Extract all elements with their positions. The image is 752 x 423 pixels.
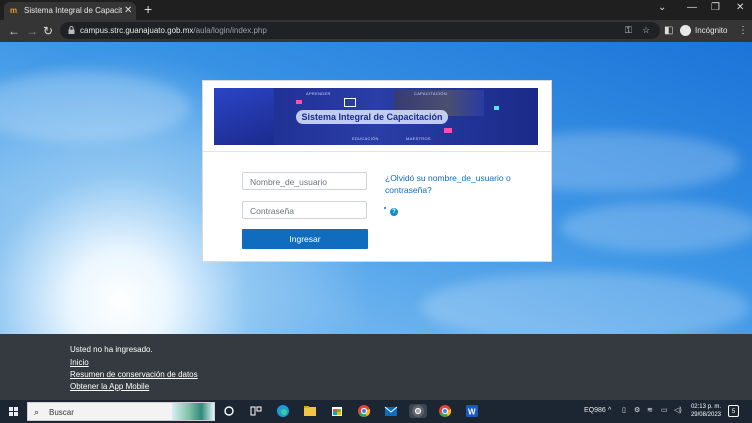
cloud [420, 272, 750, 334]
taskbar-search[interactable]: ⌕ Buscar [27, 402, 215, 421]
minimize-icon[interactable]: — [687, 2, 697, 14]
battery-icon[interactable]: ▯ [622, 406, 626, 416]
banner-decoration [214, 88, 274, 145]
new-tab-icon[interactable]: + [144, 1, 152, 17]
bullet [384, 207, 386, 209]
windows-start-icon[interactable] [9, 407, 18, 416]
banner-decoration [296, 100, 302, 104]
tray-label[interactable]: EQ986 [584, 406, 606, 416]
star-icon[interactable]: ☆ [642, 24, 650, 36]
banner-tag: EDUCACIÓN [352, 136, 379, 141]
favicon-icon: m [10, 6, 18, 15]
chrome-icon[interactable] [357, 404, 371, 418]
banner-tag: MAESTROS [406, 136, 431, 141]
tab-search-icon[interactable]: ⌄ [658, 2, 666, 14]
sidepanel-icon[interactable]: ◧ [664, 25, 673, 37]
word-icon[interactable]: W [465, 404, 479, 418]
banner-decoration [444, 128, 452, 133]
lock-icon [68, 26, 75, 34]
close-tab-icon[interactable]: ✕ [124, 5, 132, 16]
clock-date: 29/08/2023 [690, 412, 721, 418]
clock-time: 02:13 p. m. [690, 404, 721, 410]
chrome-active-icon[interactable] [409, 404, 427, 418]
username-input[interactable]: Nombre_de_usuario [242, 172, 367, 190]
taskbar-clock[interactable]: 02:13 p. m. 29/08/2023 [687, 403, 721, 419]
svg-text:W: W [468, 408, 476, 417]
home-link[interactable]: Inicio [70, 357, 89, 368]
search-placeholder: Buscar [49, 408, 74, 417]
settings-icon[interactable]: ⚙ [634, 406, 640, 416]
volume-icon[interactable]: ◁) [674, 406, 682, 416]
browser-tabbar: m Sistema Integral de Capacitación ✕ + ⌄… [0, 0, 752, 20]
login-status: Usted no ha ingresado. [70, 345, 153, 354]
wifi-icon[interactable]: ≋ [647, 406, 653, 416]
password-input[interactable]: Contraseña [242, 201, 367, 219]
incognito-label: Incógnito [695, 26, 728, 35]
key-icon[interactable]: ⚿ [625, 24, 632, 36]
tab-title: Sistema Integral de Capacitación [24, 6, 122, 15]
divider [203, 151, 551, 152]
edge-icon[interactable] [276, 404, 290, 418]
url-text: campus.strc.guanajuato.gob.mx/aula/login… [80, 26, 267, 35]
cloud [560, 202, 752, 252]
notification-icon[interactable]: 5 [728, 405, 739, 417]
banner-tag: CAPACITACIÓN [414, 91, 448, 96]
monitor-icon [344, 98, 356, 107]
forward-icon[interactable]: → [26, 24, 38, 38]
forgot-password-link[interactable]: ¿Olvidó su nombre_de_usuario o contraseñ… [385, 172, 525, 196]
chevron-up-icon[interactable]: ^ [608, 406, 611, 416]
page-footer: Usted no ha ingresado. Inicio Resumen de… [0, 334, 752, 400]
banner-decoration [494, 106, 499, 110]
task-view-icon[interactable] [222, 404, 236, 418]
widgets-icon[interactable] [249, 404, 263, 418]
login-card: APRENDER CAPACITACIÓN EDUCACIÓN MAESTROS… [202, 80, 552, 262]
reload-icon[interactable]: ↻ [43, 24, 53, 38]
search-highlight-image [172, 403, 214, 420]
banner-image: APRENDER CAPACITACIÓN EDUCACIÓN MAESTROS… [214, 88, 538, 145]
search-icon: ⌕ [34, 407, 40, 417]
menu-icon[interactable]: ⋮ [738, 25, 748, 37]
login-button[interactable]: Ingresar [242, 229, 368, 249]
banner-tag: APRENDER [306, 91, 331, 96]
help-icon[interactable]: ? [390, 208, 398, 216]
close-window-icon[interactable]: ✕ [736, 2, 744, 14]
mobile-app-link[interactable]: Obtener la App Mobile [70, 381, 149, 392]
back-icon[interactable]: ← [8, 24, 20, 38]
mail-icon[interactable] [384, 404, 398, 418]
restore-icon[interactable]: ❐ [711, 2, 720, 14]
file-explorer-icon[interactable] [303, 404, 317, 418]
network-icon[interactable]: ▭ [661, 406, 668, 416]
store-icon[interactable] [330, 404, 344, 418]
taskbar: ⌕ Buscar W EQ986 ^ ▯ ⚙ ≋ ▭ ◁) 02:13 p. m… [0, 400, 752, 423]
cloud [0, 72, 190, 142]
browser-tab[interactable]: m Sistema Integral de Capacitación ✕ [4, 2, 136, 20]
address-bar[interactable]: campus.strc.guanajuato.gob.mx/aula/login… [60, 22, 660, 39]
incognito-indicator[interactable]: Incógnito [677, 23, 729, 38]
chrome-icon-2[interactable] [438, 404, 452, 418]
banner-title: Sistema Integral de Capacitación [296, 110, 448, 124]
incognito-icon [680, 25, 691, 36]
browser-toolbar: ← → ↻ campus.strc.guanajuato.gob.mx/aula… [0, 20, 752, 42]
data-retention-link[interactable]: Resumen de conservación de datos [70, 369, 198, 380]
